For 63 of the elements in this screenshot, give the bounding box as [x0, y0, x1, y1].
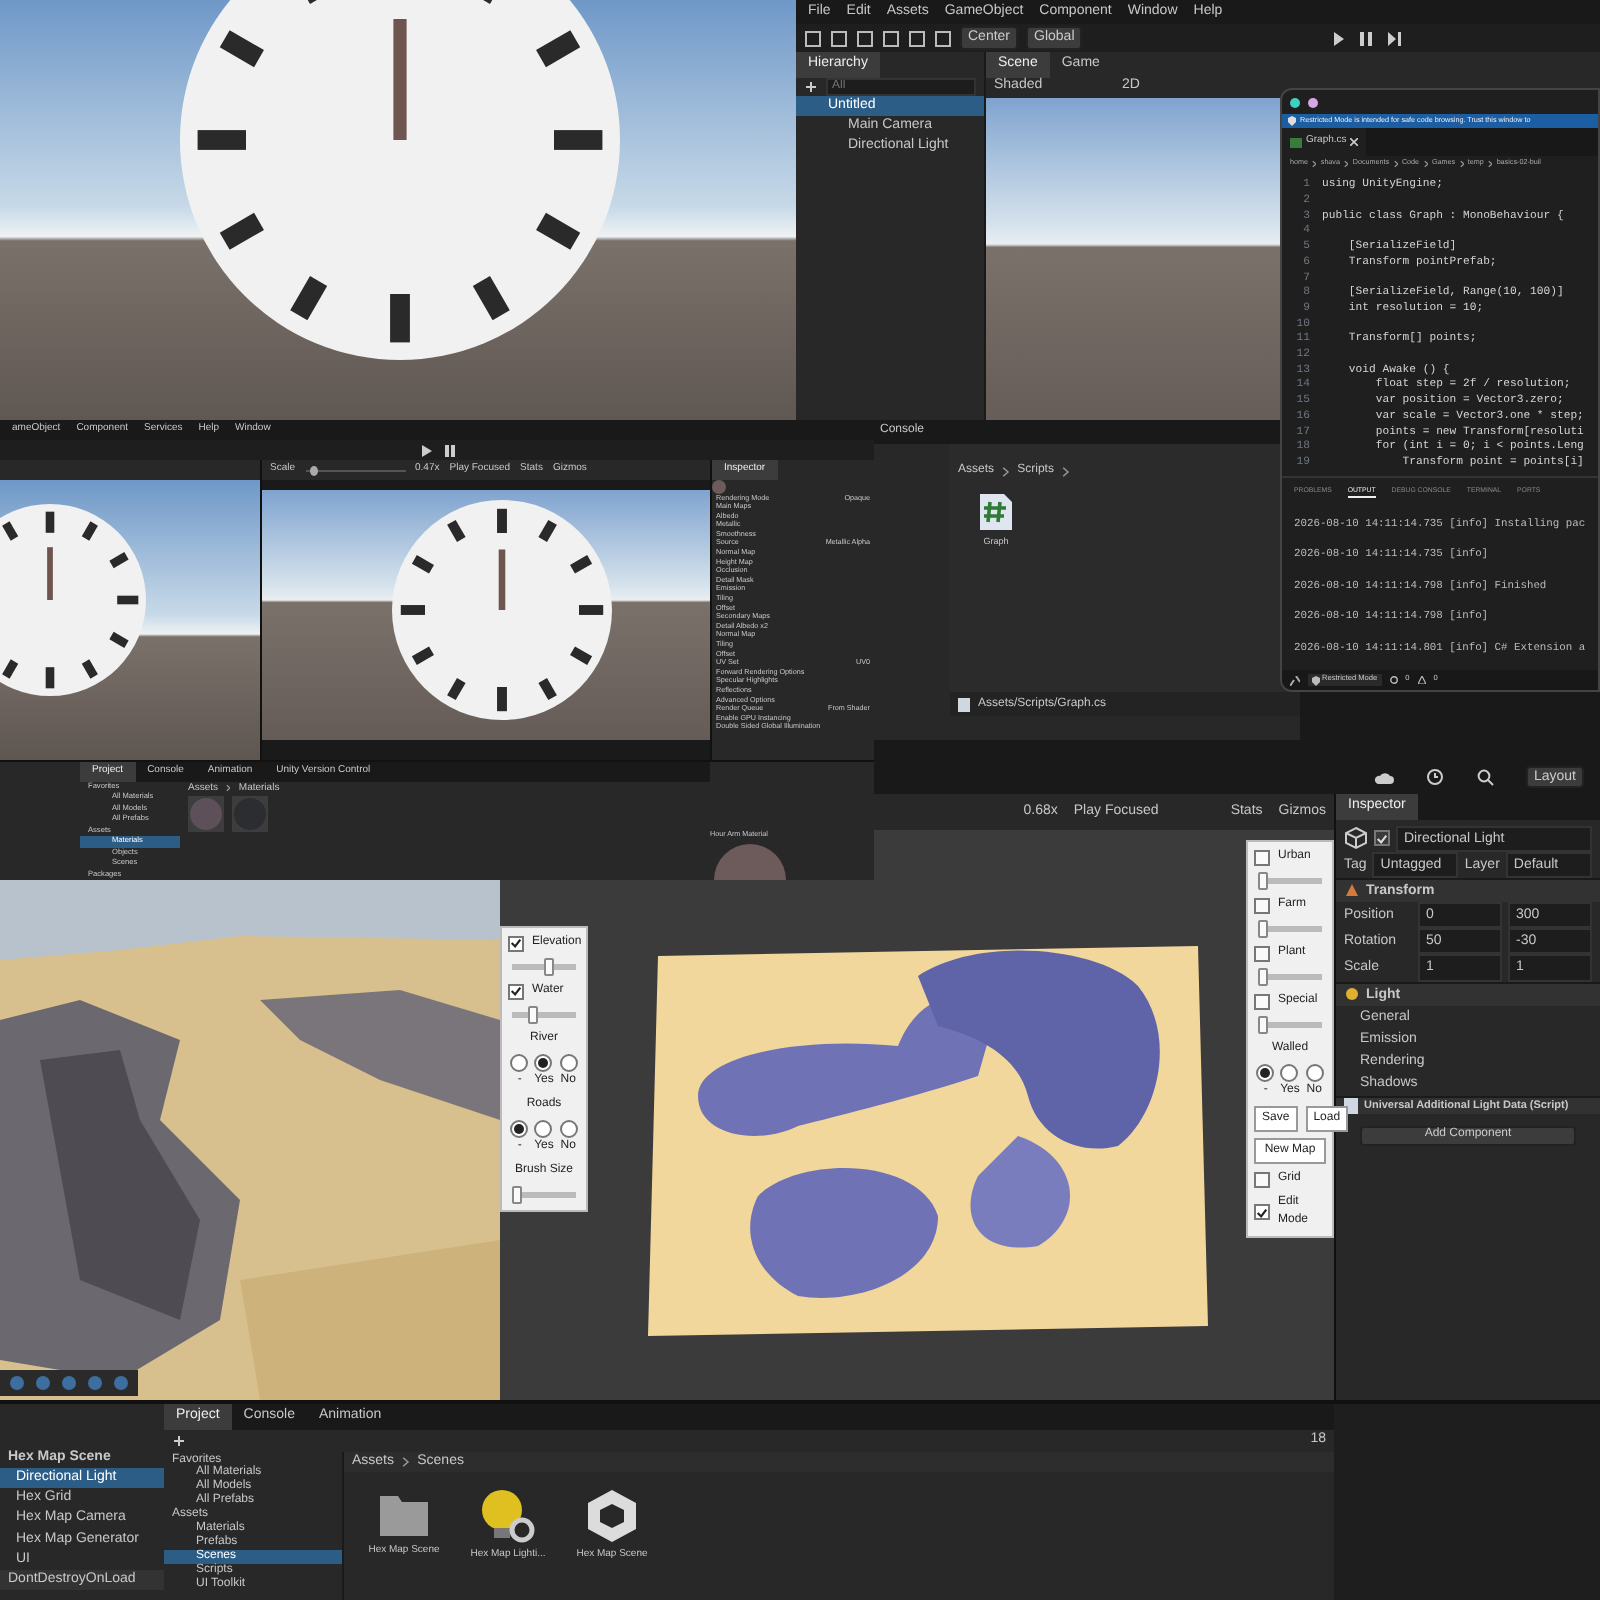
warning-icon[interactable]	[1417, 676, 1426, 684]
window-dot-icon[interactable]	[1308, 97, 1318, 107]
light-icon	[1344, 986, 1360, 1003]
script-file-icon[interactable]	[978, 492, 1014, 532]
close-icon[interactable]	[1350, 138, 1359, 147]
lightbulb-gear-icon[interactable]	[478, 1488, 538, 1544]
window-dot-icon[interactable]	[1290, 97, 1300, 107]
plus-icon[interactable]	[172, 1433, 186, 1447]
material-preview-icon	[710, 840, 790, 880]
material-sphere-icon	[712, 479, 726, 493]
chevron-icon	[1487, 159, 1493, 168]
checkbox[interactable]	[1254, 849, 1270, 865]
checkbox[interactable]	[1254, 1204, 1270, 1220]
cube-icon	[1344, 826, 1368, 851]
play-icon[interactable]	[1328, 29, 1348, 47]
checkbox[interactable]	[1254, 945, 1270, 961]
chevron-icon	[1393, 159, 1398, 168]
checkbox[interactable]	[1254, 897, 1270, 913]
radio-button[interactable]	[510, 1120, 529, 1138]
slider-thumb[interactable]	[1258, 872, 1268, 890]
chevron-icon	[402, 1455, 410, 1468]
plus-icon[interactable]	[804, 79, 818, 93]
chevron-icon	[1459, 159, 1464, 168]
radio-button[interactable]	[1305, 1064, 1324, 1082]
remote-icon[interactable]	[1290, 675, 1300, 685]
checkbox[interactable]	[1254, 993, 1270, 1009]
radio-button[interactable]	[559, 1120, 578, 1138]
radio-button[interactable]	[510, 1054, 529, 1072]
slider-thumb[interactable]	[512, 1186, 522, 1204]
chevron-icon	[1002, 465, 1010, 477]
chevron-icon	[226, 784, 231, 793]
chevron-icon	[1343, 159, 1349, 168]
slider-thumb[interactable]	[1258, 968, 1268, 986]
checkbox[interactable]	[508, 935, 524, 951]
error-icon[interactable]	[1389, 676, 1398, 684]
slider-thumb[interactable]	[528, 1006, 539, 1024]
csharp-file-icon	[1290, 137, 1302, 148]
radio-button[interactable]	[1280, 1064, 1299, 1082]
radio-button[interactable]	[534, 1054, 553, 1072]
radio-button[interactable]	[534, 1120, 553, 1138]
slider-thumb[interactable]	[1258, 1016, 1268, 1034]
search-icon[interactable]	[1475, 768, 1494, 786]
checkbox[interactable]	[508, 983, 524, 999]
radio-button[interactable]	[1256, 1064, 1275, 1082]
checkbox[interactable]	[1254, 1171, 1270, 1187]
radio-button[interactable]	[559, 1054, 578, 1072]
pause-icon[interactable]	[1356, 29, 1376, 47]
history-icon[interactable]	[1425, 768, 1444, 786]
chevron-icon	[1312, 159, 1317, 168]
shield-icon	[1288, 116, 1296, 127]
cloud-icon[interactable]	[1373, 769, 1394, 785]
active-checkbox[interactable]	[1374, 830, 1390, 847]
slider-thumb[interactable]	[544, 958, 555, 976]
script-file-icon	[958, 697, 970, 711]
zoom-slider-thumb[interactable]	[309, 465, 318, 475]
slider-thumb[interactable]	[1258, 920, 1268, 938]
chevron-icon	[1061, 465, 1070, 477]
transform-icon	[1344, 882, 1360, 899]
step-icon[interactable]	[1384, 29, 1404, 47]
pause-icon[interactable]	[441, 443, 457, 457]
chevron-icon	[1423, 159, 1428, 168]
cube-icon[interactable]	[586, 1488, 638, 1544]
shield-icon	[1312, 675, 1320, 685]
